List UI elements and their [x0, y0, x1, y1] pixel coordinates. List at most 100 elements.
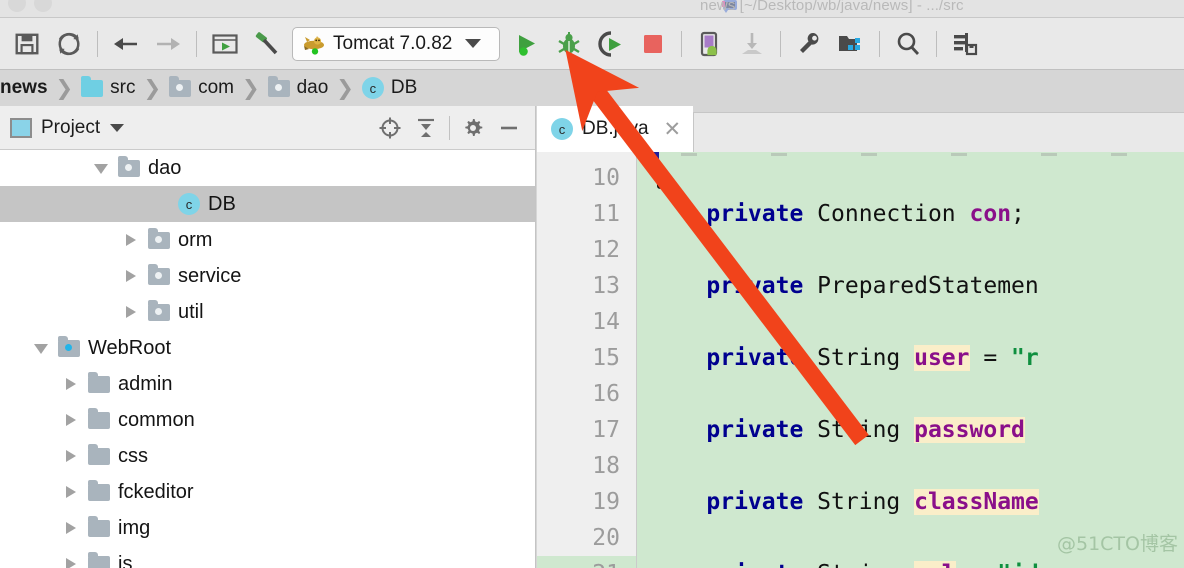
back-button[interactable]	[105, 24, 147, 64]
breadcrumb-item-db[interactable]: c DB	[361, 77, 417, 99]
chevron-right-icon[interactable]	[60, 445, 82, 467]
breadcrumb-item-src[interactable]: src	[81, 75, 135, 99]
code-token: private	[706, 561, 803, 568]
save-all-button[interactable]	[6, 24, 48, 64]
chevron-right-icon[interactable]	[120, 265, 142, 287]
line-number[interactable]: 20	[537, 520, 636, 556]
breadcrumb-item-com[interactable]: com	[169, 75, 234, 99]
chevron-down-icon[interactable]	[90, 157, 112, 179]
chevron-right-icon[interactable]	[60, 373, 82, 395]
tab-db-java[interactable]: c DB.java ✕	[537, 106, 694, 152]
wrench-icon	[800, 32, 819, 53]
line-number-gutter: 101112131415161718192021	[537, 152, 637, 568]
toolbar-divider	[879, 30, 880, 57]
code-content[interactable]: { private Connection con; private Prepar…	[637, 152, 1184, 568]
settings-wrench-button[interactable]	[788, 24, 830, 64]
collapse-all-button[interactable]	[408, 111, 444, 145]
java-class-icon: c	[361, 77, 384, 99]
sync-button[interactable]	[48, 24, 90, 64]
code-line[interactable]	[651, 376, 1184, 412]
line-number[interactable]: 11	[537, 196, 636, 232]
sdk-manager-button[interactable]	[731, 24, 773, 64]
tree-item-dao[interactable]: dao	[0, 150, 535, 186]
run-configuration-selector[interactable]: Tomcat 7.0.82	[292, 26, 500, 61]
code-line[interactable]: private String user = "r	[651, 340, 1184, 376]
tree-item-css[interactable]: css	[0, 438, 535, 474]
minimize-button[interactable]	[34, 0, 52, 12]
sdk-download-icon	[742, 32, 762, 54]
line-number[interactable]: 15	[537, 340, 636, 376]
minimize-icon	[501, 126, 517, 129]
code-line[interactable]: private PreparedStatemen	[651, 268, 1184, 304]
line-number[interactable]: 17	[537, 412, 636, 448]
tabbar-filler	[693, 112, 1184, 152]
tree-item-js[interactable]: js	[0, 546, 535, 568]
folder-plain-grey-icon	[88, 479, 110, 501]
line-number[interactable]: 19	[537, 484, 636, 520]
chevron-down-icon[interactable]	[30, 337, 52, 359]
hide-panel-button[interactable]	[491, 111, 527, 145]
run-button[interactable]	[506, 24, 548, 64]
refresh-sync-icon	[58, 32, 80, 55]
scroll-to-source-button[interactable]	[372, 111, 408, 145]
code-line[interactable]: private Connection con;	[651, 196, 1184, 232]
breadcrumb: news ❯ src ❯ com ❯ dao ❯ c DB	[0, 70, 1184, 106]
forward-button[interactable]	[147, 24, 189, 64]
breadcrumb-item-dao[interactable]: dao	[267, 75, 328, 99]
tree-item-orm[interactable]: orm	[0, 222, 535, 258]
line-number[interactable]: 13	[537, 268, 636, 304]
stop-button[interactable]	[632, 24, 674, 64]
breadcrumb-item-news[interactable]: news	[0, 77, 48, 99]
line-number[interactable]: 10	[537, 160, 636, 196]
avd-manager-button[interactable]	[689, 24, 731, 64]
tree-item-webroot[interactable]: WebRoot	[0, 330, 535, 366]
folder-plain-grey-icon	[88, 371, 110, 393]
commit-button[interactable]	[944, 24, 986, 64]
project-structure-button[interactable]	[830, 24, 872, 64]
search-everywhere-button[interactable]	[887, 24, 929, 64]
close-icon[interactable]: ✕	[664, 117, 682, 142]
line-number[interactable]: 16	[537, 376, 636, 412]
toolbar-divider	[97, 30, 98, 57]
line-number[interactable]: 21	[537, 556, 636, 568]
ide-window: news [~/Desktop/wb/java/news] - .../src	[0, 0, 1184, 568]
avd-manager-icon	[700, 31, 718, 56]
chevron-right-icon[interactable]	[60, 553, 82, 568]
tree-item-service[interactable]: service	[0, 258, 535, 294]
build-button[interactable]	[246, 24, 288, 64]
close-button[interactable]	[8, 0, 26, 12]
tab-label: DB.java	[582, 118, 649, 139]
panel-settings-button[interactable]	[455, 111, 491, 145]
tree-item-db[interactable]: c DB	[0, 186, 535, 222]
tree-item-common[interactable]: common	[0, 402, 535, 438]
line-number[interactable]: 14	[537, 304, 636, 340]
tree-item-util[interactable]: util	[0, 294, 535, 330]
chevron-right-icon[interactable]	[60, 409, 82, 431]
code-line[interactable]: private String url = "jd	[651, 556, 1184, 568]
tree-item-img[interactable]: img	[0, 510, 535, 546]
chevron-down-icon[interactable]	[110, 123, 125, 132]
chevron-right-icon[interactable]	[60, 481, 82, 503]
chevron-right-icon[interactable]	[120, 301, 142, 323]
run-window-button[interactable]	[204, 24, 246, 64]
code-editor[interactable]: 101112131415161718192021 { private Conne…	[537, 152, 1184, 568]
debug-button[interactable]	[548, 24, 590, 64]
run-coverage-button[interactable]	[590, 24, 632, 64]
code-line[interactable]: {	[651, 160, 1184, 196]
code-line[interactable]	[651, 232, 1184, 268]
line-number[interactable]: 18	[537, 448, 636, 484]
code-line[interactable]	[651, 448, 1184, 484]
chevron-right-icon[interactable]	[60, 517, 82, 539]
line-number[interactable]: 12	[537, 232, 636, 268]
code-line[interactable]: private String password	[651, 412, 1184, 448]
tree-item-admin[interactable]: admin	[0, 366, 535, 402]
code-line[interactable]	[651, 520, 1184, 556]
code-line[interactable]: private String className	[651, 484, 1184, 520]
chevron-down-icon	[465, 39, 482, 48]
window-controls[interactable]	[8, 0, 52, 12]
project-structure-icon	[839, 35, 860, 51]
code-line[interactable]	[651, 304, 1184, 340]
chevron-right-icon[interactable]	[120, 229, 142, 251]
folder-package-grey-icon	[169, 75, 192, 97]
tree-item-fckeditor[interactable]: fckeditor	[0, 474, 535, 510]
